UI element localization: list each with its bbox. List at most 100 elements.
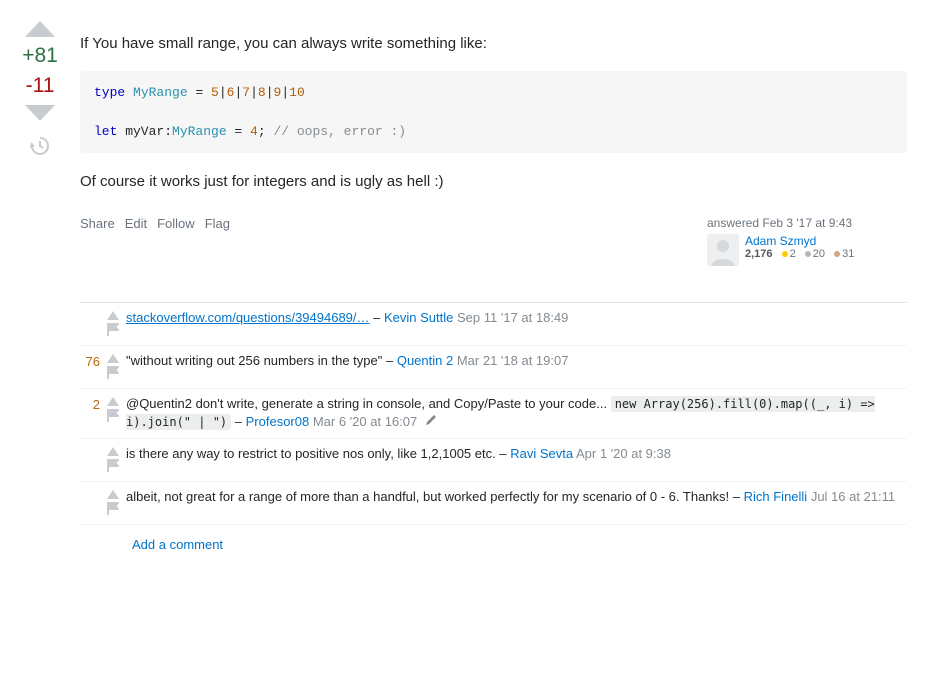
comment-score <box>80 445 100 475</box>
comment-text: "without writing out 256 numbers in the … <box>126 353 382 368</box>
comment-actions <box>106 488 120 518</box>
flag-icon[interactable] <box>106 408 120 425</box>
comment-actions <box>106 352 120 382</box>
timeline-icon[interactable] <box>30 136 50 160</box>
comment-upvote-icon[interactable] <box>107 397 119 406</box>
post-intro: If You have small range, you can always … <box>80 33 907 56</box>
comment-score: 2 <box>80 395 100 433</box>
comment-actions <box>106 445 120 475</box>
code-num: 8 <box>258 85 266 100</box>
comment-score: 76 <box>80 352 100 382</box>
code-typename: MyRange <box>172 124 227 139</box>
code-num: 9 <box>274 85 282 100</box>
comment-text: @Quentin2 don't write, generate a string… <box>126 396 611 411</box>
post-menu: Share Edit Follow Flag <box>80 216 230 231</box>
comment-sep: – <box>370 310 384 325</box>
answered-time: answered Feb 3 '17 at 9:43 <box>707 216 907 230</box>
comment-row: 2 @Quentin2 don't write, generate a stri… <box>80 389 907 440</box>
code-num: 10 <box>289 85 305 100</box>
flag-icon[interactable] <box>106 501 120 518</box>
comment-score <box>80 309 100 339</box>
comment-row: stackoverflow.com/questions/39494689/… –… <box>80 303 907 346</box>
bronze-badge-icon <box>834 251 840 257</box>
code-op: = <box>227 124 250 139</box>
comment-sep: – <box>382 353 396 368</box>
comment-row: is there any way to restrict to positive… <box>80 439 907 482</box>
comment-body: albeit, not great for a range of more th… <box>126 488 907 518</box>
comment-row: 76 "without writing out 256 numbers in t… <box>80 346 907 389</box>
code-num: 5 <box>211 85 219 100</box>
code-op: = <box>188 85 211 100</box>
silver-count: 20 <box>813 248 825 260</box>
silver-badge-icon <box>805 251 811 257</box>
comment-date: Mar 6 '20 at 16:07 <box>313 414 417 429</box>
code-op: ; <box>258 124 274 139</box>
comment-upvote-icon[interactable] <box>107 311 119 320</box>
downvote-score: -11 <box>26 74 55 98</box>
comment-body: "without writing out 256 numbers in the … <box>126 352 907 382</box>
comment-body: stackoverflow.com/questions/39494689/… –… <box>126 309 907 339</box>
share-link[interactable]: Share <box>80 216 115 231</box>
gold-badge-icon <box>782 251 788 257</box>
add-comment-link[interactable]: Add a comment <box>80 525 907 552</box>
comment-sep: – <box>496 446 510 461</box>
follow-link[interactable]: Follow <box>157 216 195 231</box>
edit-link[interactable]: Edit <box>125 216 147 231</box>
user-details: Adam Szmyd 2,176 2 20 31 <box>745 234 854 266</box>
comment-author-link[interactable]: Quentin 2 <box>397 353 453 368</box>
reputation: 2,176 <box>745 248 773 260</box>
comment-body: is there any way to restrict to positive… <box>126 445 907 475</box>
comment-actions <box>106 395 120 433</box>
code-var: myVar: <box>117 124 172 139</box>
answer-container: +81 -11 If You have small range, you can… <box>18 18 907 552</box>
edit-icon[interactable] <box>425 414 437 429</box>
flag-icon[interactable] <box>106 365 120 382</box>
comments-list: stackoverflow.com/questions/39494689/… –… <box>80 302 907 526</box>
flag-icon[interactable] <box>106 322 120 339</box>
user-link[interactable]: Adam Szmyd <box>745 234 816 248</box>
comment-upvote-icon[interactable] <box>107 447 119 456</box>
comment-date: Jul 16 at 21:11 <box>811 489 895 504</box>
comment-text: is there any way to restrict to positive… <box>126 446 496 461</box>
comment-sep: – <box>231 414 245 429</box>
flag-icon[interactable] <box>106 458 120 475</box>
gold-count: 2 <box>790 248 796 260</box>
user-stats: 2,176 2 20 31 <box>745 248 854 260</box>
comment-author-link[interactable]: Ravi Sevta <box>510 446 573 461</box>
comment-sep: – <box>729 489 743 504</box>
post-prose: If You have small range, you can always … <box>80 33 907 194</box>
comment-link[interactable]: stackoverflow.com/questions/39494689/… <box>126 310 370 325</box>
comment-row: albeit, not great for a range of more th… <box>80 482 907 525</box>
comment-upvote-icon[interactable] <box>107 354 119 363</box>
comment-score <box>80 488 100 518</box>
comment-date: Mar 21 '18 at 19:07 <box>457 353 569 368</box>
comment-date: Apr 1 '20 at 9:38 <box>576 446 671 461</box>
code-keyword: type <box>94 85 125 100</box>
comment-author-link[interactable]: Kevin Suttle <box>384 310 453 325</box>
upvote-button[interactable] <box>22 18 58 38</box>
code-block: type MyRange = 5|6|7|8|9|10 let myVar:My… <box>80 71 907 154</box>
code-num: 6 <box>227 85 235 100</box>
comment-author-link[interactable]: Rich Finelli <box>744 489 808 504</box>
comment-body: @Quentin2 don't write, generate a string… <box>126 395 907 433</box>
comment-text: albeit, not great for a range of more th… <box>126 489 729 504</box>
vote-column: +81 -11 <box>18 18 62 552</box>
comment-date: Sep 11 '17 at 18:49 <box>457 310 568 325</box>
code-num: 7 <box>242 85 250 100</box>
upvote-score: +81 <box>22 44 58 68</box>
comment-actions <box>106 309 120 339</box>
downvote-button[interactable] <box>22 104 58 124</box>
flag-link[interactable]: Flag <box>205 216 230 231</box>
comment-author-link[interactable]: Profesor08 <box>246 414 310 429</box>
bronze-count: 31 <box>842 248 854 260</box>
code-num: 4 <box>250 124 258 139</box>
comment-upvote-icon[interactable] <box>107 490 119 499</box>
post-body: If You have small range, you can always … <box>80 18 907 552</box>
code-comment: // oops, error :) <box>273 124 406 139</box>
code-keyword: let <box>94 124 117 139</box>
author-card: answered Feb 3 '17 at 9:43 Adam Szmyd 2,… <box>707 216 907 266</box>
code-typename: MyRange <box>133 85 188 100</box>
post-outro: Of course it works just for integers and… <box>80 171 907 194</box>
post-footer: Share Edit Follow Flag answered Feb 3 '1… <box>80 216 907 266</box>
avatar[interactable] <box>707 234 739 266</box>
